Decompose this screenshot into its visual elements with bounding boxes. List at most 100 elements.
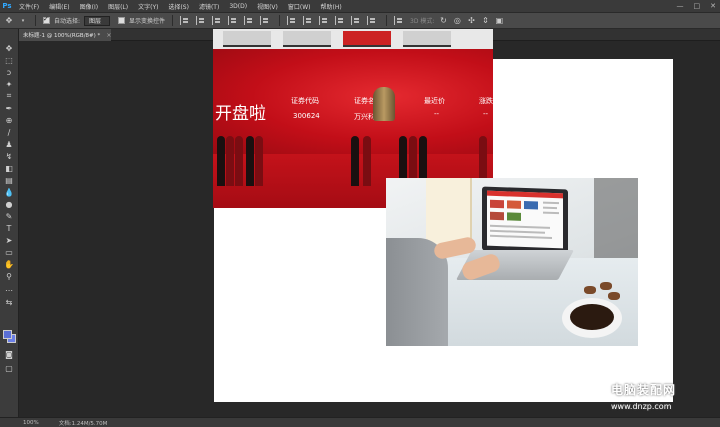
distribute-left-icon[interactable] (335, 16, 344, 25)
crop-tool-icon[interactable]: ⌗ (3, 91, 15, 101)
name-value: 万兴科 (354, 113, 375, 121)
blur-tool-icon[interactable]: 💧 (3, 187, 15, 197)
3d-roll-icon[interactable]: ◎ (452, 16, 462, 26)
marquee-tool-icon[interactable]: ⬚ (3, 55, 15, 65)
brush-tool-icon[interactable]: ∕ (3, 127, 15, 137)
distribute-bottom-icon[interactable] (319, 16, 328, 25)
pen-tool-icon[interactable]: ✎ (3, 211, 15, 221)
lasso-tool-icon[interactable]: ↄ (3, 67, 15, 77)
menu-view[interactable]: 视图(V) (252, 2, 283, 11)
screen-mode-icon[interactable]: ▢ (3, 363, 15, 373)
distribute-vcenter-icon[interactable] (303, 16, 312, 25)
magic-wand-tool-icon[interactable]: ✦ (3, 79, 15, 89)
distribute-hcenter-icon[interactable] (351, 16, 360, 25)
path-selection-tool-icon[interactable]: ➤ (3, 235, 15, 245)
menu-file[interactable]: 文件(F) (14, 2, 44, 11)
clone-stamp-tool-icon[interactable]: ♟ (3, 139, 15, 149)
eraser-tool-icon[interactable]: ◧ (3, 163, 15, 173)
website-thumbnail (490, 199, 504, 209)
gradient-tool-icon[interactable]: ▤ (3, 175, 15, 185)
person-figure (217, 136, 225, 186)
foreground-color-swatch[interactable] (3, 330, 12, 339)
dodge-tool-icon[interactable]: ● (3, 199, 15, 209)
document-size[interactable]: 文档:1.24M/5.70M (59, 419, 108, 427)
align-right-icon[interactable] (260, 16, 269, 25)
type-tool-icon[interactable]: T (3, 223, 15, 233)
change-label: 涨跌 (479, 97, 493, 105)
menu-layer[interactable]: 图层(L) (103, 2, 133, 11)
person-figure (246, 136, 254, 186)
menu-edit[interactable]: 编辑(E) (44, 2, 74, 11)
site-watermark: 电脑装配网 www.dnzp.com (611, 381, 717, 423)
chevron-down-icon[interactable]: ▾ (18, 16, 28, 26)
person-figure (235, 136, 243, 186)
photoshop-logo-icon[interactable]: Ps (0, 0, 14, 12)
distribute-top-icon[interactable] (287, 16, 296, 25)
close-icon[interactable]: × (106, 32, 111, 39)
zoom-tool-icon[interactable]: ⚲ (3, 271, 15, 281)
close-icon[interactable]: ✕ (710, 2, 716, 10)
watermark-url: www.dnzp.com (611, 402, 672, 411)
document-tab-title: 未标题-1 @ 100%(RGB/8#) * (23, 33, 101, 39)
cookie (600, 282, 612, 290)
ceiling-panel (283, 31, 331, 47)
website-text-line (543, 211, 559, 215)
more-tools-icon[interactable]: ⋯ (3, 285, 15, 295)
align-vcenter-icon[interactable] (196, 16, 205, 25)
eyedropper-tool-icon[interactable]: ✒ (3, 103, 15, 113)
auto-select-dropdown[interactable]: 图层 (84, 15, 111, 26)
menu-3d[interactable]: 3D(D) (224, 3, 252, 10)
menu-help[interactable]: 帮助(H) (316, 2, 347, 11)
align-left-icon[interactable] (228, 16, 237, 25)
align-hcenter-icon[interactable] (244, 16, 253, 25)
divider (279, 15, 281, 26)
code-value: 300624 (293, 112, 320, 120)
headline-text: 开盘啦 (215, 104, 266, 124)
website-thumbnail (524, 200, 538, 210)
website-text-line (543, 206, 557, 210)
maximize-icon[interactable]: □ (694, 2, 701, 10)
3d-slide-icon[interactable]: ⇕ (480, 16, 490, 26)
website-thumbnail (490, 211, 504, 221)
quick-mask-icon[interactable]: ◙ (3, 349, 15, 359)
zoom-level[interactable]: 100% (23, 420, 39, 426)
history-brush-tool-icon[interactable]: ↯ (3, 151, 15, 161)
minimize-icon[interactable]: — (677, 2, 684, 10)
photo-top-strip (213, 29, 493, 49)
auto-select-checkbox[interactable] (43, 15, 50, 24)
document-tab[interactable]: 未标题-1 @ 100%(RGB/8#) * × (19, 29, 111, 41)
auto-align-icon[interactable] (394, 16, 403, 25)
show-transform-checkbox[interactable] (118, 17, 126, 24)
rectangle-tool-icon[interactable]: ▭ (3, 247, 15, 257)
menu-select[interactable]: 选择(S) (163, 2, 194, 11)
person-figure (351, 136, 359, 186)
menu-type[interactable]: 文字(Y) (133, 2, 163, 11)
menu-filter[interactable]: 滤镜(T) (194, 2, 224, 11)
auto-select-label: 自动选择: (54, 18, 81, 25)
distribute-right-icon[interactable] (367, 16, 376, 25)
3d-rotate-icon[interactable]: ↻ (438, 16, 448, 26)
tools-panel: ✥ ⬚ ↄ ✦ ⌗ ✒ ⊕ ∕ ♟ ↯ ◧ ▤ 💧 ● ✎ T ➤ ▭ ✋ ⚲ … (0, 29, 19, 417)
hand-tool-icon[interactable]: ✋ (3, 259, 15, 269)
laptop-photo-layer[interactable] (386, 178, 638, 346)
menu-window[interactable]: 窗口(W) (283, 2, 316, 11)
3d-pan-icon[interactable]: ✣ (466, 16, 476, 26)
healing-brush-tool-icon[interactable]: ⊕ (3, 115, 15, 125)
website-text-line (490, 224, 550, 229)
price-value: -- (434, 110, 440, 118)
ceiling-panel (343, 31, 391, 47)
website-header (487, 190, 563, 199)
background-shadow (594, 178, 638, 258)
name-label: 证券名 (354, 97, 375, 105)
move-tool-icon[interactable]: ✥ (4, 16, 14, 26)
menu-image[interactable]: 图像(I) (75, 2, 103, 11)
ceremony-bell (373, 87, 395, 121)
move-tool-icon[interactable]: ✥ (3, 43, 15, 53)
swap-colors-icon[interactable]: ⇆ (3, 297, 15, 307)
3d-scale-icon[interactable]: ▣ (494, 16, 504, 26)
person-figure (255, 136, 263, 186)
watermark-title: 电脑装配网 (611, 383, 677, 397)
align-top-icon[interactable] (180, 16, 189, 25)
change-value: -- (483, 110, 489, 118)
align-bottom-icon[interactable] (212, 16, 221, 25)
